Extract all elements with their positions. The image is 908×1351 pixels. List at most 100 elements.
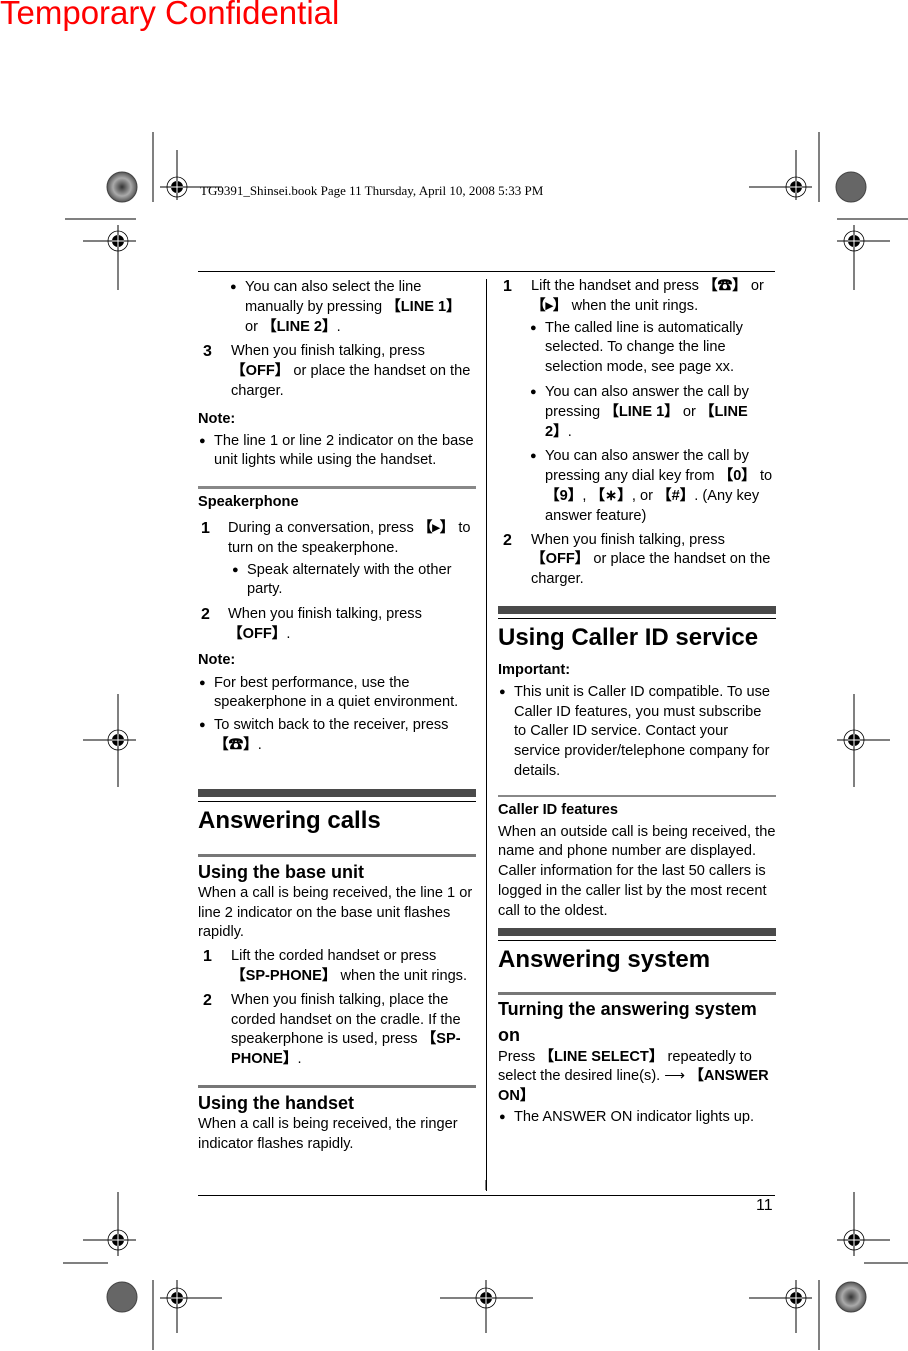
bullet-icon: ● (530, 321, 537, 334)
bullet-icon: ● (499, 685, 506, 698)
step-1: 1 Lift the corded handset or press 【SP-P… (198, 947, 476, 987)
text: The ANSWER ON indicator lights up. (514, 1108, 755, 1125)
divider (198, 1084, 476, 1088)
key-speaker: 【▸】 (417, 519, 455, 536)
star-target-bottom-right (835, 1281, 867, 1313)
key-off: 【OFF】 (231, 363, 290, 380)
caller-id-features-title: Caller ID features (498, 801, 619, 818)
step-3: 3 When you finish talking, press 【OFF】 o… (198, 342, 476, 401)
list-item: ● The line 1 or line 2 indicator on the … (198, 432, 476, 472)
bullet-icon: ● (530, 450, 537, 463)
bottom-rule (198, 1195, 775, 1196)
step-1: 1 During a conversation, press 【▸】 to tu… (198, 519, 476, 559)
note-title: Note: (198, 651, 236, 668)
key-handset: 【☎】 (214, 736, 258, 753)
section-bar (198, 788, 476, 797)
text: Speak alternately with the other party. (247, 561, 452, 598)
text: or (746, 278, 764, 294)
note-text: The line 1 or line 2 indicator on the ba… (214, 432, 474, 469)
list-item: ● For best performance, use the speakerp… (198, 674, 476, 714)
section-line (198, 800, 476, 802)
top-rule (198, 271, 775, 272)
section-bar (498, 605, 776, 614)
key-line1: 【LINE 1】 (386, 298, 461, 315)
section-line (498, 617, 776, 619)
divider (198, 486, 476, 490)
step-number: 2 (201, 606, 210, 624)
step-number: 1 (203, 948, 212, 966)
text: Lift the handset and press (531, 278, 703, 294)
text: When you finish talking, press (531, 531, 725, 548)
section-title-caller-id: Using Caller ID service (498, 623, 759, 651)
text: Lift the corded handset or press (231, 948, 437, 965)
text: When you finish talking, press (231, 343, 425, 360)
step-1: 1 Lift the handset and press 【☎】 or 【▸】 … (498, 277, 776, 317)
step-number: 3 (203, 343, 212, 361)
section-title-answering-system: Answering system (498, 945, 711, 973)
step-number: 1 (201, 519, 210, 537)
list-item: ● You can also answer the call by pressi… (529, 383, 776, 442)
subsection-title-answering-on: Turning the answering system on (498, 998, 757, 1045)
book-header: TG9391_Shinsei.book Page 11 Thursday, Ap… (200, 183, 544, 198)
bullet-icon: ● (199, 434, 206, 447)
step-number: 1 (503, 278, 512, 295)
divider (498, 991, 776, 995)
step-number: 2 (503, 531, 512, 549)
page-number: 11 (756, 1197, 773, 1214)
text: To switch back to the receiver, press (214, 717, 449, 734)
section-title-answering-calls: Answering calls (198, 806, 381, 834)
list-item: ● Speak alternately with the other party… (231, 561, 476, 601)
section-line (498, 939, 776, 941)
text: This unit is Caller ID compatible. To us… (514, 683, 771, 779)
star-target-top-right (835, 171, 867, 203)
bullet-icon: ● (199, 719, 206, 732)
text: when the unit rings. (567, 297, 699, 314)
base-unit-intro: When a call is being received, the line … (198, 884, 473, 941)
step-number: 2 (203, 991, 212, 1009)
text: . (257, 736, 262, 753)
text: The called line is automatically selecte… (545, 319, 743, 376)
star-target-top-left (106, 171, 138, 203)
text: During a conversation, press (228, 519, 418, 536)
bullet-icon: ● (232, 563, 239, 576)
left-column: ● You can also select the line manually … (198, 274, 476, 1155)
bullet-icon: ● (530, 385, 537, 398)
subsection-title-base-unit: Using the base unit (198, 861, 365, 882)
list-item: ● You can also answer the call by pressi… (529, 447, 776, 526)
star-target-bottom-left (106, 1281, 138, 1313)
text: Press (498, 1048, 540, 1065)
divider (498, 794, 776, 797)
answering-on-instructions: Press 【LINE SELECT】 repeatedly to select… (498, 1048, 776, 1107)
text: . (297, 1051, 302, 1068)
list-item: ● To switch back to the receiver, press … (198, 716, 476, 756)
key-line2: 【LINE 2】 (262, 318, 337, 335)
list-item: ● This unit is Caller ID compatible. To … (498, 683, 776, 782)
step-2: 2 When you finish talking, press 【OFF】 o… (498, 531, 776, 590)
text: or (678, 403, 700, 420)
divider (198, 853, 476, 857)
key-line1: 【LINE 1】 (604, 403, 679, 420)
watermark: Temporary Confidential (0, 0, 340, 31)
key-off: 【OFF】 (531, 551, 590, 568)
list-item: ● The ANSWER ON indicator lights up. (498, 1108, 776, 1128)
text: . (286, 625, 291, 642)
list-item: ● The called line is automatically selec… (529, 319, 776, 378)
text: to (755, 468, 773, 485)
right-column: 1 Lift the handset and press 【☎】 or 【▸】 … (498, 274, 776, 1128)
text: When you finish talking, press (228, 606, 422, 623)
caller-id-features-text: When an outside call is being received, … (498, 823, 776, 860)
important-title: Important: (498, 661, 571, 678)
list-item: ● You can also select the line manually … (229, 278, 476, 337)
key-0: 【0】 (718, 468, 756, 485)
key-9: 【9】 (545, 487, 583, 504)
key-sp-phone: 【SP-PHONE】 (231, 967, 337, 984)
note-title: Note: (198, 410, 236, 427)
text: . (336, 318, 341, 335)
subsection-title-handset: Using the handset (198, 1092, 355, 1113)
text: , or (631, 487, 657, 504)
caller-id-features-text: Caller information for the last 50 calle… (498, 863, 767, 919)
text: For best performance, use the speakerpho… (214, 674, 459, 711)
key-line-select: 【LINE SELECT】 (539, 1048, 664, 1065)
step-2: 2 When you finish talking, place the cor… (198, 991, 476, 1070)
text: or (245, 318, 263, 335)
